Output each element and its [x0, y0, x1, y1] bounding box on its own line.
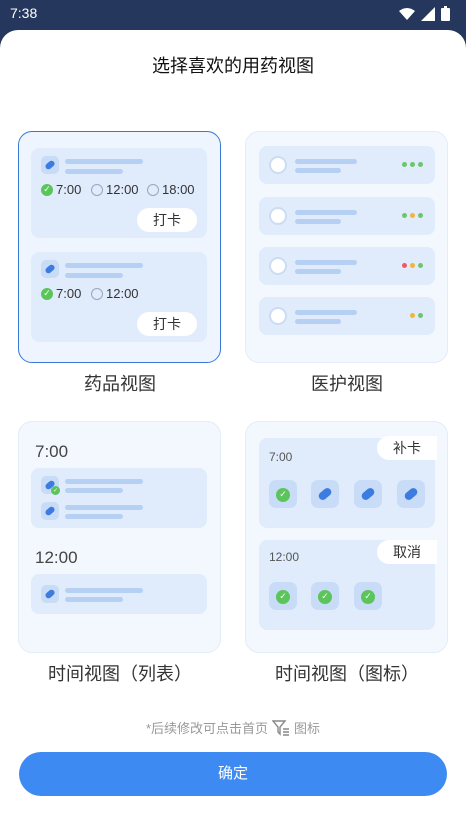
system-icons — [399, 6, 450, 21]
battery-icon — [441, 6, 450, 21]
drug-view-label: 药品视图 — [84, 374, 156, 394]
avatar-icon — [269, 307, 287, 325]
hint-text: *后续修改可点击首页 图标 — [145, 719, 321, 736]
pill-square-icon: ✓ — [354, 582, 382, 610]
pill-icon — [41, 585, 59, 603]
timeline-icon-card[interactable]: 7:00 补卡 ✓ 12:00 取消 ✓ ✓ ✓ — [245, 421, 448, 653]
drug-card-1: ✓ 7:00 12:00 18:00 打卡 — [31, 148, 207, 238]
timeline-block — [31, 574, 207, 614]
filter-icon — [272, 719, 290, 736]
signal-icon — [421, 6, 435, 21]
time-option: 18:00 — [147, 182, 195, 197]
time-option: 12:00 — [91, 286, 139, 301]
care-row — [259, 146, 435, 184]
timeline-block: ✓ — [31, 468, 207, 528]
timeline-icon-block: 7:00 补卡 ✓ — [259, 436, 437, 528]
pill-square-icon — [397, 480, 425, 508]
status-dots — [410, 313, 423, 318]
care-view-card[interactable] — [245, 131, 448, 363]
pill-square-icon: ✓ — [311, 582, 339, 610]
radio-icon — [91, 287, 103, 300]
time-option-checked: ✓ 7:00 — [41, 286, 81, 301]
drug-card-2: ✓ 7:00 12:00 打卡 — [31, 252, 207, 342]
time-heading: 12:00 — [35, 548, 78, 567]
radio-icon — [91, 183, 103, 196]
view-selection-sheet: 选择喜欢的用药视图 ✓ 7:00 12:00 18:00 打卡 ✓ 7:00 12:… — [0, 30, 466, 828]
wifi-icon — [399, 7, 415, 20]
status-bar: 7:38 — [0, 0, 466, 28]
status-dots — [402, 213, 423, 218]
pill-icon — [41, 502, 59, 520]
check-icon: ✓ — [51, 486, 60, 495]
confirm-button[interactable]: 确定 — [19, 752, 447, 796]
pill-icon — [41, 260, 59, 278]
make-up-button: 补卡 — [377, 436, 437, 460]
check-icon: ✓ — [41, 287, 53, 300]
check-in-button: 打卡 — [137, 312, 197, 336]
timeline-icon-label: 时间视图（图标） — [275, 664, 419, 684]
status-dots — [402, 263, 423, 268]
care-row — [259, 247, 435, 285]
block-time: 12:00 — [269, 550, 300, 564]
check-in-button: 打卡 — [137, 208, 197, 232]
cancel-button: 取消 — [377, 540, 437, 564]
time-option: 12:00 — [91, 182, 139, 197]
avatar-icon — [269, 156, 287, 174]
pill-square-icon — [311, 480, 339, 508]
drug-view-card[interactable]: ✓ 7:00 12:00 18:00 打卡 ✓ 7:00 12:00 打卡 — [18, 131, 221, 363]
pill-square-icon: ✓ — [269, 582, 297, 610]
block-time: 7:00 — [269, 450, 293, 464]
status-time: 7:38 — [10, 5, 38, 21]
pill-square-icon — [354, 480, 382, 508]
pill-square-icon: ✓ — [269, 480, 297, 508]
time-option-checked: ✓ 7:00 — [41, 182, 81, 197]
radio-icon — [147, 183, 159, 196]
timeline-icon-block: 12:00 取消 ✓ ✓ ✓ — [259, 540, 437, 630]
care-row — [259, 297, 435, 335]
timeline-list-label: 时间视图（列表） — [48, 664, 192, 684]
sheet-title: 选择喜欢的用药视图 — [152, 56, 314, 76]
check-icon: ✓ — [41, 183, 53, 196]
avatar-icon — [269, 207, 287, 225]
time-heading: 7:00 — [35, 442, 69, 461]
care-view-label: 医护视图 — [311, 374, 383, 394]
avatar-icon — [269, 257, 287, 275]
care-row — [259, 197, 435, 235]
pill-icon — [41, 156, 59, 174]
timeline-list-card[interactable]: 7:00 ✓ 12:00 — [18, 421, 221, 653]
status-dots — [402, 162, 423, 167]
